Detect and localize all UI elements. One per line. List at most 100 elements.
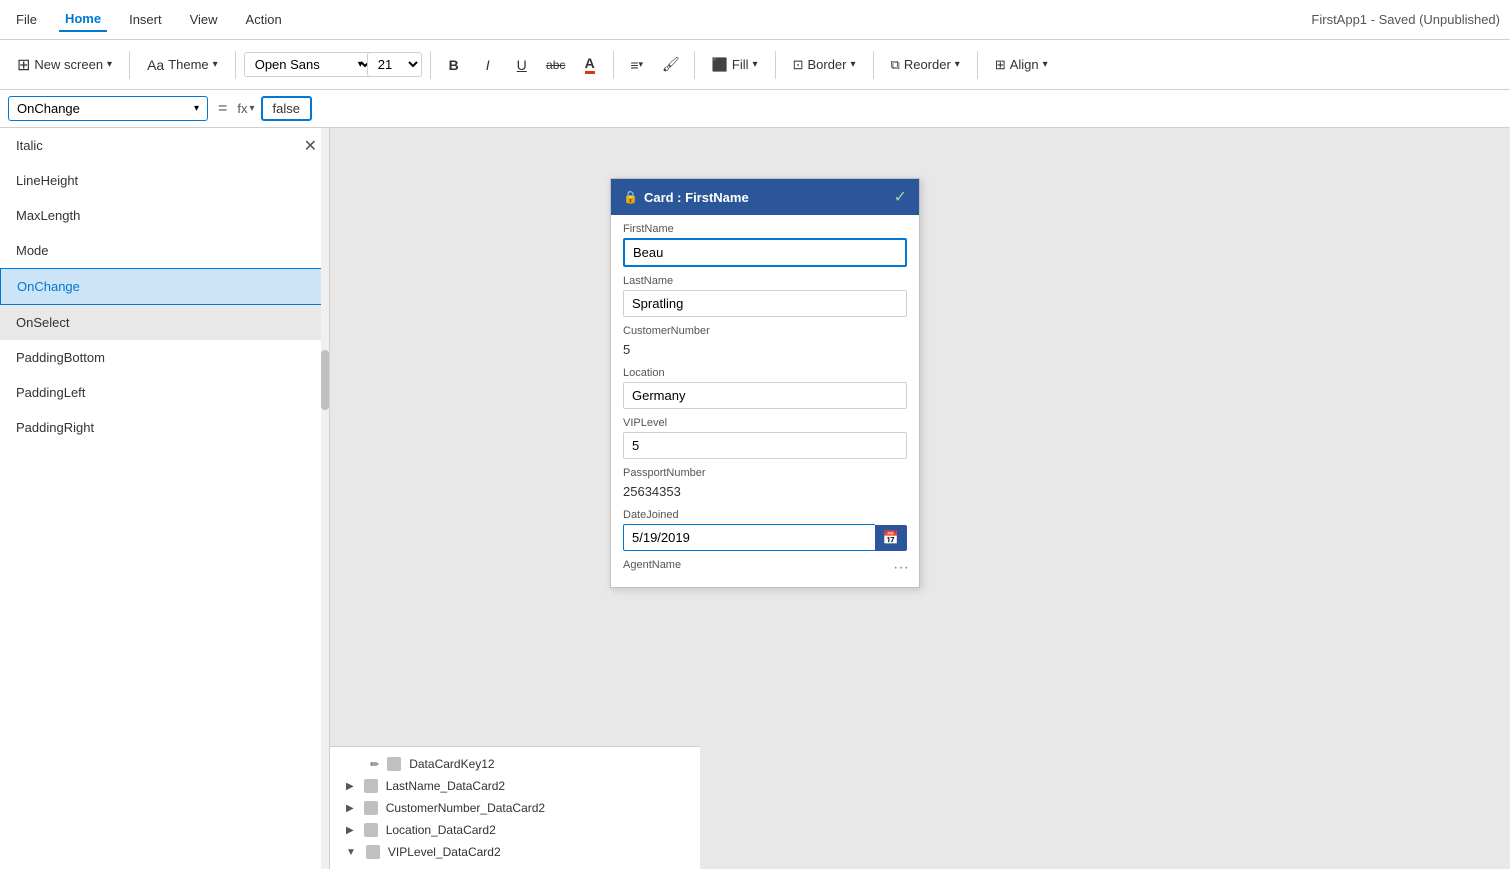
close-panel-button[interactable]: ✕ <box>304 136 317 156</box>
menu-view[interactable]: View <box>184 8 224 31</box>
tree-item-label-location: Location_DataCard2 <box>386 823 496 837</box>
main-area: ✕ Italic LineHeight MaxLength Mode OnCha… <box>0 128 1510 869</box>
card-lock-icon: 🔒 <box>623 190 638 204</box>
theme-label: Theme <box>168 57 208 72</box>
font-color-button[interactable]: A <box>575 51 605 79</box>
customernumber-label: CustomerNumber <box>623 325 907 337</box>
property-item-maxlength[interactable]: MaxLength <box>0 198 329 233</box>
property-item-paddingbottom[interactable]: PaddingBottom <box>0 340 329 375</box>
align-icon: ≡ <box>630 57 638 73</box>
border-button[interactable]: ⊡ Border ▾ <box>784 52 865 78</box>
customernumber-tree-icon <box>364 801 378 815</box>
tree-item-viplevel[interactable]: ▼ VIPLevel_DataCard2 <box>330 841 700 863</box>
canvas-area: 🔒 Card : FirstName ✓ FirstName LastName <box>330 128 1510 869</box>
align-right-button[interactable]: ⊞ Align ▾ <box>986 52 1057 78</box>
new-screen-button[interactable]: ⊞ New screen ▾ <box>8 50 121 80</box>
passportnumber-label: PassportNumber <box>623 467 907 479</box>
property-item-onselect[interactable]: OnSelect <box>0 305 329 340</box>
tree-item-label-customernumber: CustomerNumber_DataCard2 <box>386 801 545 815</box>
chevron-right-icon-customernumber: ▶ <box>346 803 354 814</box>
italic-button[interactable]: I <box>473 51 503 79</box>
property-item-lineheight[interactable]: LineHeight <box>0 163 329 198</box>
menu-insert[interactable]: Insert <box>123 8 168 31</box>
lastname-tree-icon <box>364 779 378 793</box>
tree-item-datacardkey12[interactable]: ✏ DataCardKey12 <box>330 753 700 775</box>
new-screen-icon: ⊞ <box>17 55 30 75</box>
card-field-location: Location <box>623 367 907 409</box>
card-field-viplevel: VIPLevel <box>623 417 907 459</box>
equals-sign: = <box>214 100 231 118</box>
align-button[interactable]: ≡ ▾ <box>622 51 652 79</box>
chevron-right-icon-location: ▶ <box>346 825 354 836</box>
viplevel-label: VIPLevel <box>623 417 907 429</box>
formula-input[interactable]: false <box>261 96 312 121</box>
property-item-paddingright[interactable]: PaddingRight <box>0 410 329 445</box>
property-item-onchange[interactable]: OnChange <box>0 268 329 305</box>
fill-button[interactable]: ⬛ Fill ▾ <box>703 52 767 78</box>
fx-chevron-icon: ▾ <box>249 103 254 114</box>
viplevel-input[interactable] <box>623 432 907 459</box>
card-header-title: 🔒 Card : FirstName <box>623 190 749 205</box>
toolbar: ⊞ New screen ▾ Aa Theme ▾ Open Sans ▾ 21… <box>0 40 1510 90</box>
scrollbar-thumb[interactable] <box>321 350 329 410</box>
align-right-chevron-icon: ▾ <box>1043 59 1048 70</box>
lastname-input[interactable] <box>623 290 907 317</box>
reorder-button[interactable]: ⧉ Reorder ▾ <box>882 52 969 78</box>
paint-button[interactable]: 🖌 <box>656 51 686 79</box>
fx-button[interactable]: fx ▾ <box>237 101 254 116</box>
card-field-lastname: LastName <box>623 275 907 317</box>
passportnumber-value: 25634353 <box>623 482 907 501</box>
bold-button[interactable]: B <box>439 51 469 79</box>
card-check-icon[interactable]: ✓ <box>894 187 907 207</box>
theme-button[interactable]: Aa Theme ▾ <box>138 52 227 78</box>
property-item-italic[interactable]: Italic <box>0 128 329 163</box>
font-color-icon: A <box>585 55 595 74</box>
menu-file[interactable]: File <box>10 8 43 31</box>
tree-item-customernumber[interactable]: ▶ CustomerNumber_DataCard2 <box>330 797 700 819</box>
new-screen-chevron-icon: ▾ <box>107 59 112 70</box>
viplevel-tree-icon <box>366 845 380 859</box>
toolbar-separator-5 <box>694 51 695 79</box>
more-options-button[interactable]: ··· <box>893 559 909 577</box>
agentname-label: AgentName <box>623 559 907 571</box>
fill-icon: ⬛ <box>712 57 728 73</box>
toolbar-separator-7 <box>873 51 874 79</box>
tree-item-label-viplevel: VIPLevel_DataCard2 <box>388 845 501 859</box>
reorder-icon: ⧉ <box>891 57 900 73</box>
tree-item-location[interactable]: ▶ Location_DataCard2 <box>330 819 700 841</box>
date-picker-button[interactable]: 📅 <box>875 525 907 551</box>
customernumber-value: 5 <box>623 340 907 359</box>
card-field-datejoined: DateJoined 📅 <box>623 509 907 551</box>
datejoined-label: DateJoined <box>623 509 907 521</box>
font-size-select[interactable]: 21 <box>367 52 422 77</box>
datejoined-input[interactable] <box>623 524 875 551</box>
menu-action[interactable]: Action <box>240 8 288 31</box>
fill-label: Fill <box>732 57 749 72</box>
property-dropdown-value: OnChange <box>17 101 80 116</box>
tree-item-lastname[interactable]: ▶ LastName_DataCard2 <box>330 775 700 797</box>
fill-chevron-icon: ▾ <box>753 59 758 70</box>
align-right-icon: ⊞ <box>995 57 1006 73</box>
location-input[interactable] <box>623 382 907 409</box>
property-dropdown[interactable]: OnChange ▾ <box>8 96 208 121</box>
formula-bar: OnChange ▾ = fx ▾ false <box>0 90 1510 128</box>
menu-bar: File Home Insert View Action FirstApp1 -… <box>0 0 1510 40</box>
card-header: 🔒 Card : FirstName ✓ <box>611 179 919 215</box>
align-right-label: Align <box>1010 57 1039 72</box>
tree-item-label-datacardkey12: DataCardKey12 <box>409 757 494 771</box>
card-body: FirstName LastName CustomerNumber 5 Loca… <box>611 215 919 587</box>
menu-home[interactable]: Home <box>59 7 107 32</box>
new-screen-label: New screen <box>34 57 103 72</box>
property-panel: ✕ Italic LineHeight MaxLength Mode OnCha… <box>0 128 330 869</box>
font-family-select[interactable]: Open Sans <box>244 52 374 77</box>
property-item-mode[interactable]: Mode <box>0 233 329 268</box>
card-field-customernumber: CustomerNumber 5 <box>623 325 907 359</box>
property-item-paddingleft[interactable]: PaddingLeft <box>0 375 329 410</box>
lastname-label: LastName <box>623 275 907 287</box>
toolbar-separator-6 <box>775 51 776 79</box>
underline-button[interactable]: U <box>507 51 537 79</box>
chevron-right-icon-lastname: ▶ <box>346 781 354 792</box>
reorder-label: Reorder <box>904 57 951 72</box>
strikethrough-button[interactable]: abc <box>541 51 571 79</box>
firstname-input[interactable] <box>623 238 907 267</box>
